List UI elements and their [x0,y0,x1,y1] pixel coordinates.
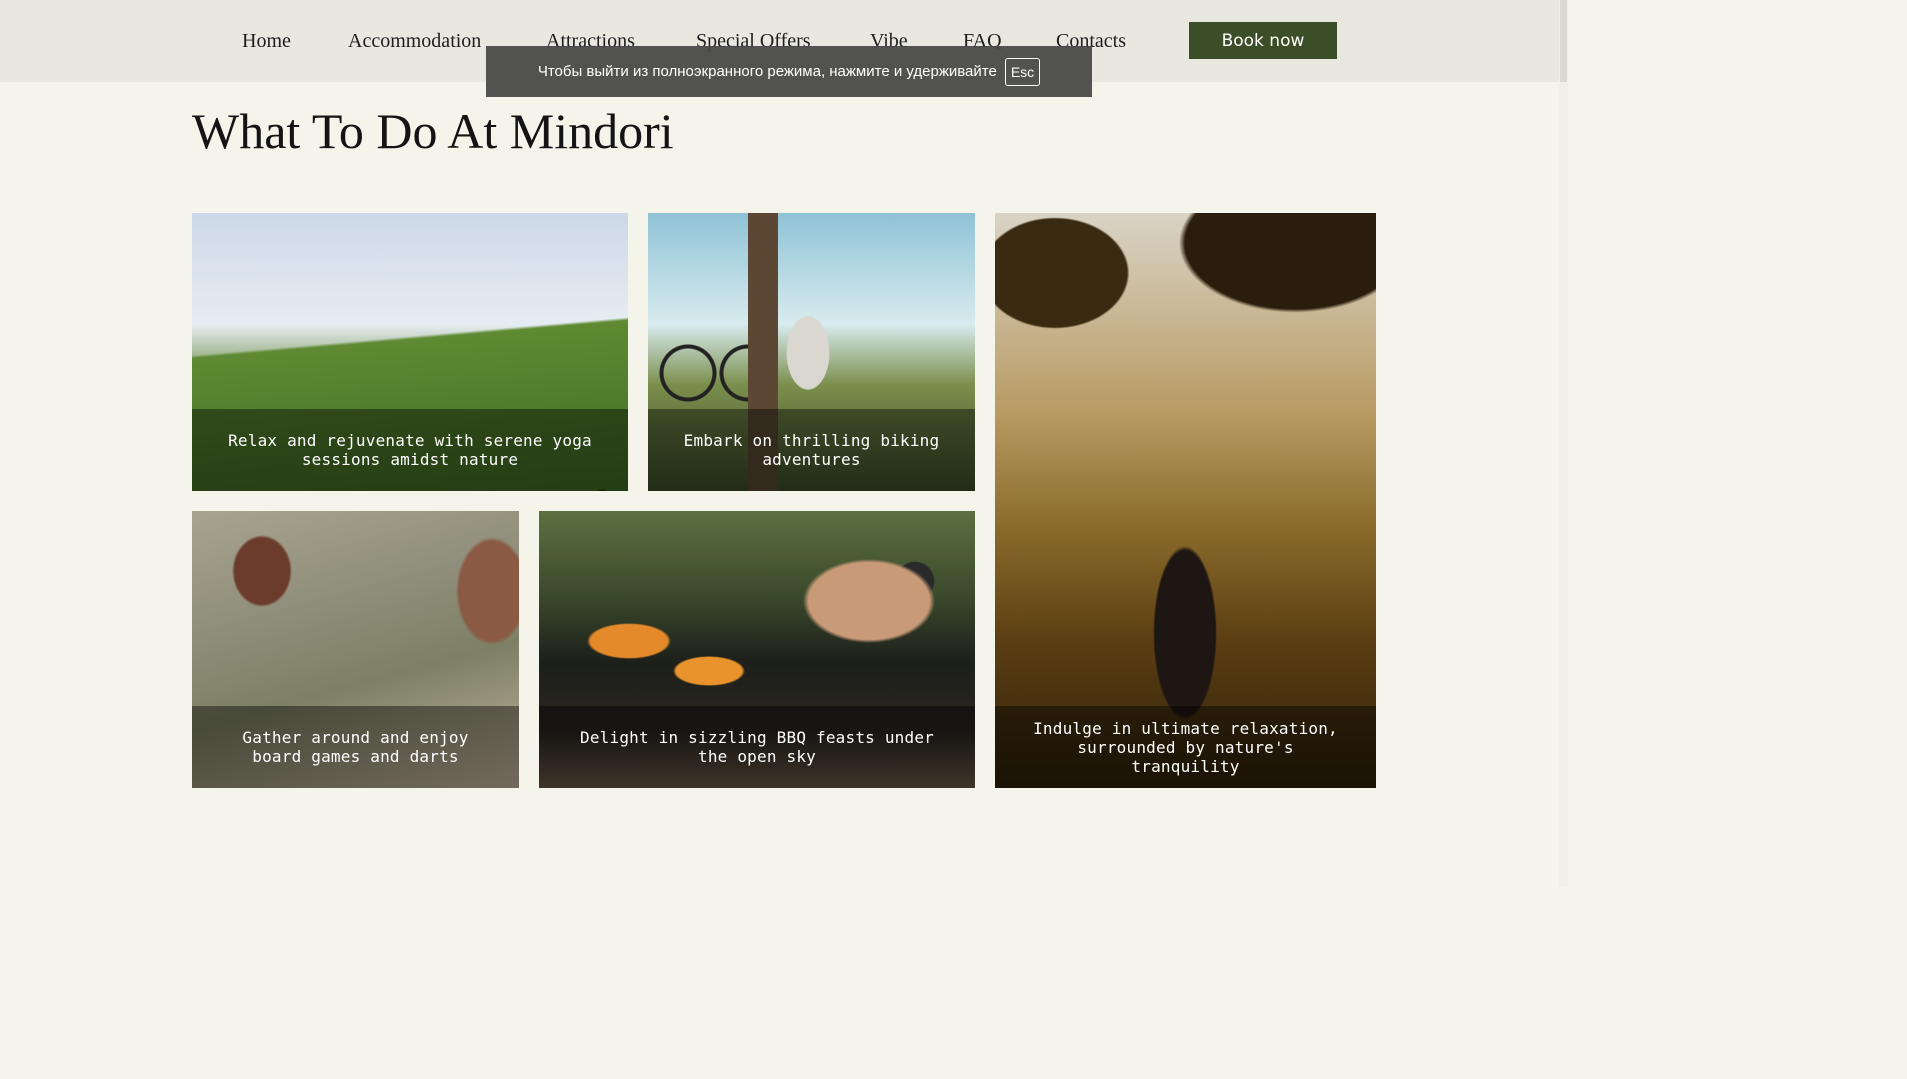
activity-card-relaxation[interactable]: Indulge in ultimate relaxation, surround… [995,213,1376,788]
activity-card-biking[interactable]: Embark on thrilling biking adventures [648,213,975,491]
caption-overlay: Delight in sizzling BBQ feasts under the… [539,706,975,788]
card-caption: Relax and rejuvenate with serene yoga se… [228,431,592,469]
hiking-photo [995,213,1376,788]
caption-overlay: Gather around and enjoy board games and … [192,706,519,788]
scrollbar-thumb[interactable] [1560,0,1567,82]
card-caption: Embark on thrilling biking adventures [683,431,940,469]
activity-card-yoga[interactable]: Relax and rejuvenate with serene yoga se… [192,213,628,491]
fullscreen-notice-text: Чтобы выйти из полноэкранного режима, на… [537,63,997,80]
activity-card-bbq[interactable]: Delight in sizzling BBQ feasts under the… [539,511,975,788]
fullscreen-exit-notice: Чтобы выйти из полноэкранного режима, на… [486,46,1092,97]
activity-card-board-games[interactable]: Gather around and enjoy board games and … [192,511,519,788]
card-caption: Delight in sizzling BBQ feasts under the… [580,728,934,766]
nav-home[interactable]: Home [242,30,291,53]
card-caption: Indulge in ultimate relaxation, surround… [1033,718,1338,776]
book-now-button[interactable]: Book now [1189,22,1337,59]
nav-accommodation[interactable]: Accommodation [348,30,481,53]
esc-key-badge: Esc [1004,57,1041,86]
page-scrollbar[interactable] [1559,0,1568,887]
caption-overlay: Indulge in ultimate relaxation, surround… [995,706,1376,788]
caption-overlay: Relax and rejuvenate with serene yoga se… [192,409,628,491]
caption-overlay: Embark on thrilling biking adventures [648,409,975,491]
card-caption: Gather around and enjoy board games and … [242,728,469,766]
section-title: What To Do At Mindori [192,103,674,159]
